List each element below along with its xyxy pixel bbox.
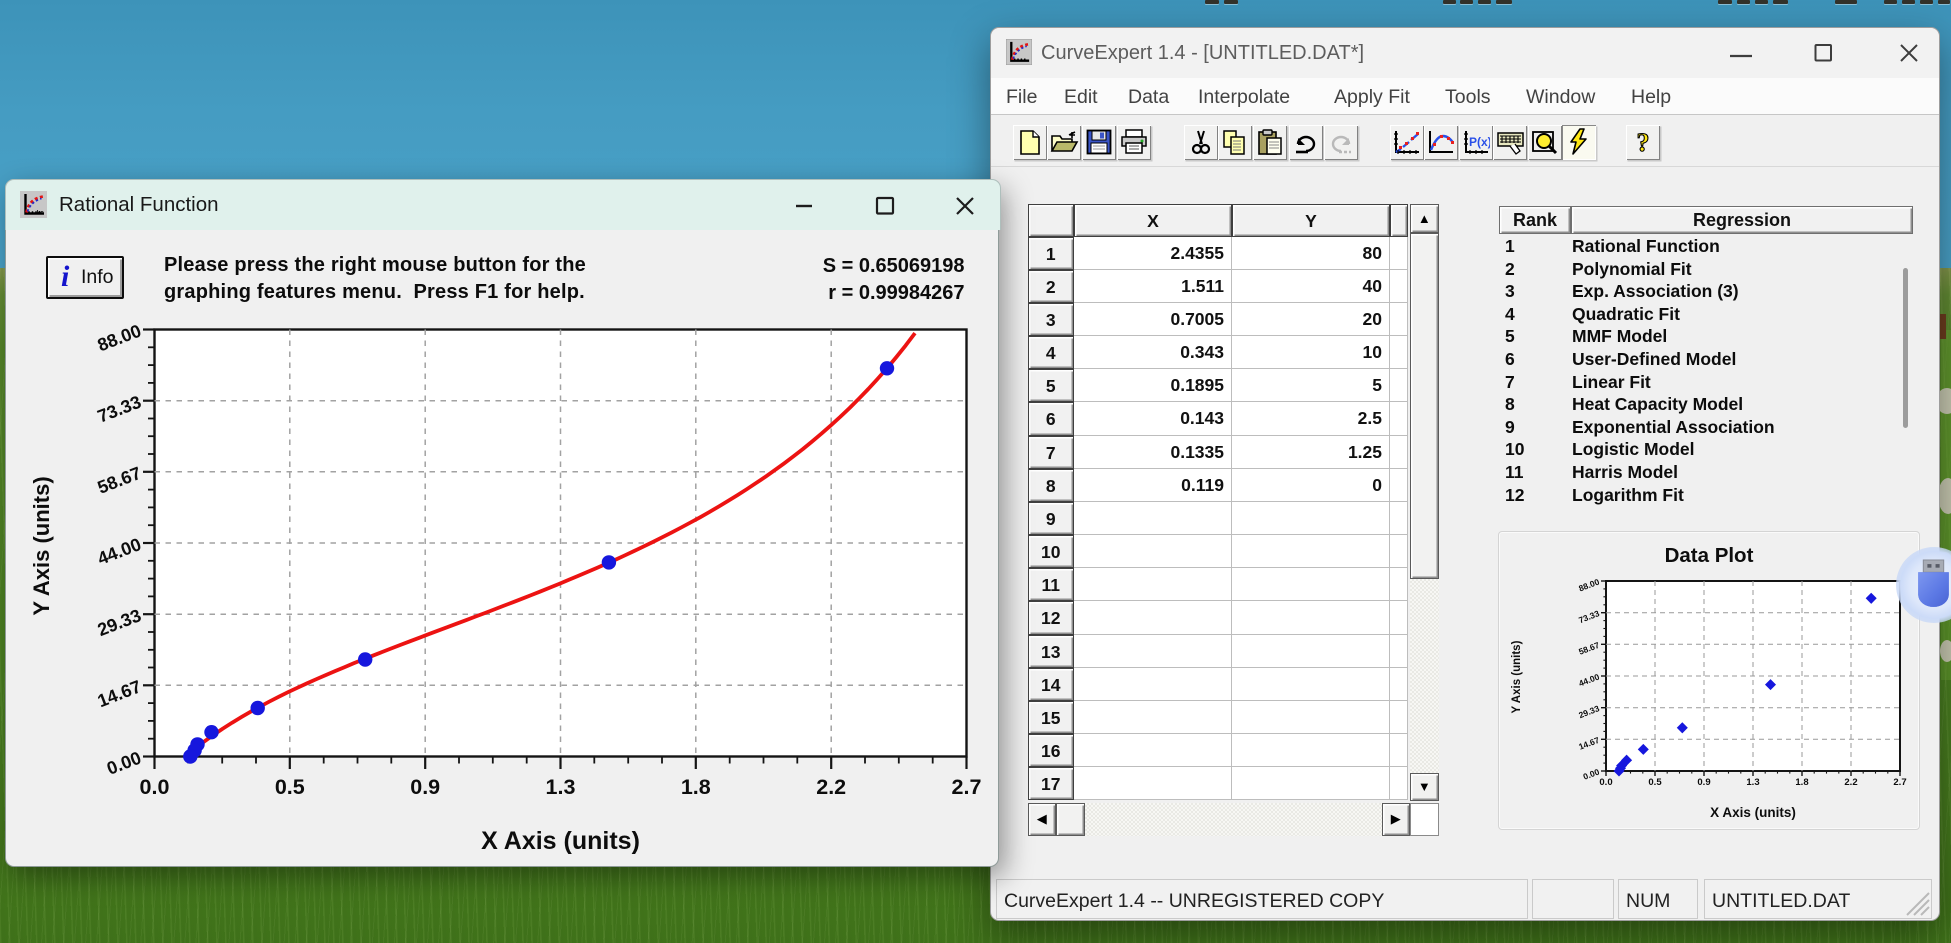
svg-text:0.5: 0.5 [275,775,305,799]
svg-text:58.67: 58.67 [95,463,144,498]
svg-text:P(x): P(x) [1469,135,1490,149]
svg-text:29.33: 29.33 [95,605,144,640]
svg-text:2.2: 2.2 [816,775,846,799]
svg-text:Y Axis (units): Y Axis (units) [29,476,54,615]
svg-text:?: ? [1637,128,1650,156]
svg-text:1.8: 1.8 [681,775,711,799]
svg-text:73.33: 73.33 [95,392,144,427]
svg-text:1.3: 1.3 [546,775,576,799]
svg-text:0.9: 0.9 [410,775,440,799]
svg-text:44.00: 44.00 [95,534,144,569]
svg-text:X Axis (units): X Axis (units) [481,827,640,855]
svg-text:2.7: 2.7 [952,775,982,799]
svg-text:14.67: 14.67 [95,676,144,711]
svg-text:88.00: 88.00 [95,321,144,356]
svg-text:0.0: 0.0 [140,775,170,799]
svg-text:0.00: 0.00 [104,748,144,779]
